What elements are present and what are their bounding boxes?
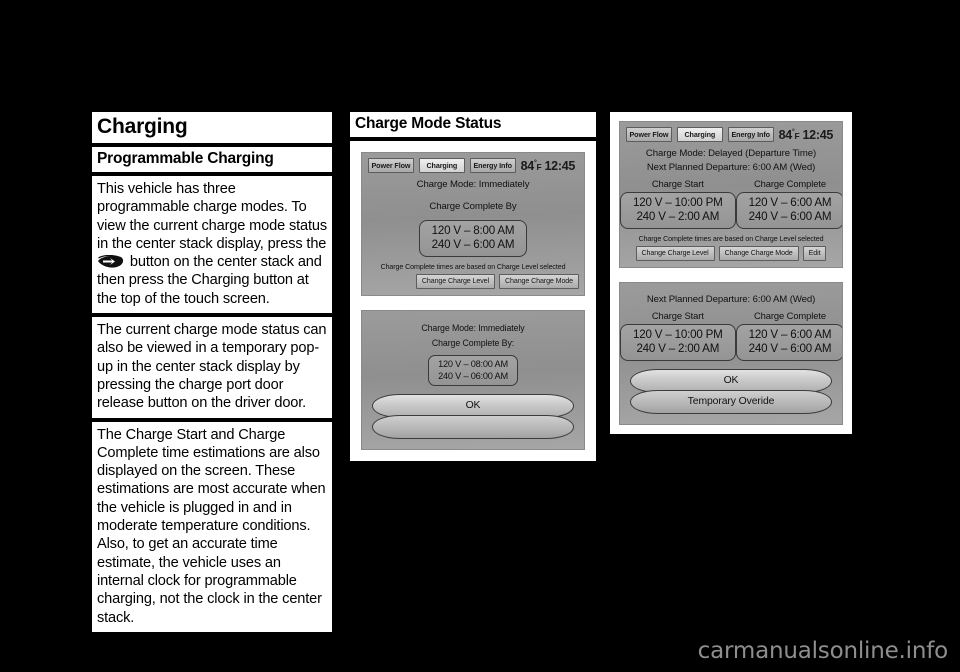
tab-charging[interactable]: Charging	[418, 158, 465, 173]
popup-charge-start-group: Charge Start 120 V – 10:00 PM 240 V – 2:…	[620, 310, 736, 361]
paragraph-3: The Charge Start and Charge Complete tim…	[92, 421, 332, 632]
value-240v: 240 V – 6:00 AM	[431, 238, 515, 251]
start-complete-columns: Charge Start 120 V – 10:00 PM 240 V – 2:…	[620, 178, 842, 229]
screen-button-row: Change Charge Level Change Charge Mode	[362, 271, 584, 295]
tab-energy-info[interactable]: Energy Info	[469, 158, 516, 173]
status-temp-clock: 84°F 12:45	[779, 128, 836, 142]
popup-complete-value-240v: 240 V – 6:00 AM	[748, 342, 832, 355]
screen-button-row: Change Charge Level Change Charge Mode E…	[620, 243, 842, 267]
charge-complete-note: Charge Complete times are based on Charg…	[380, 263, 566, 271]
popup-button-area: OK	[362, 386, 584, 449]
start-value-120v: 120 V – 10:00 PM	[633, 196, 723, 209]
manual-page: Charging Programmable Charging This vehi…	[0, 0, 960, 672]
secondary-pill-blank[interactable]	[372, 415, 574, 439]
popup-charge-start-label: Charge Start	[651, 310, 704, 321]
charge-mode-status-heading: Charge Mode Status	[350, 112, 596, 137]
delayed-charge-popup-screen: Next Planned Departure: 6:00 AM (Wed) Ch…	[619, 282, 843, 425]
change-charge-mode-button[interactable]: Change Charge Mode	[718, 246, 799, 261]
charge-complete-label: Charge Complete	[754, 178, 826, 189]
page-title: Charging	[92, 112, 332, 143]
tab-charging[interactable]: Charging	[676, 127, 723, 142]
popup-value-240v: 240 V – 06:00 AM	[438, 371, 508, 381]
popup-charge-complete-group: Charge Complete 120 V – 6:00 AM 240 V – …	[735, 310, 842, 361]
next-departure-line: Next Planned Departure: 6:00 AM (Wed)	[646, 162, 816, 173]
temperature-unit: F	[794, 130, 800, 141]
change-charge-level-button[interactable]: Change Charge Level	[635, 246, 715, 261]
complete-value-240v: 240 V – 6:00 AM	[748, 210, 832, 223]
temperature-value: 84	[520, 158, 535, 173]
popup-charge-start-valuebox: 120 V – 10:00 PM 240 V – 2:00 AM	[620, 324, 736, 361]
charge-mode-immediately-screen: Power Flow Charging Energy Info 84°F 12:…	[361, 152, 585, 296]
charge-complete-note: Charge Complete times are based on Charg…	[638, 235, 824, 243]
tab-power-flow[interactable]: Power Flow	[368, 158, 414, 173]
site-watermark: carmanualsonline.info	[697, 638, 949, 664]
charge-start-valuebox: 120 V – 10:00 PM 240 V – 2:00 AM	[620, 192, 736, 229]
temperature-unit: F	[536, 161, 542, 172]
complete-value-120v: 120 V – 6:00 AM	[748, 196, 832, 209]
right-screenshot-frame: Power Flow Charging Energy Info 84°F 12:…	[610, 112, 852, 434]
middle-column: Charge Mode Status Power Flow Charging E…	[350, 112, 596, 461]
charge-complete-group: Charge Complete 120 V – 6:00 AM 240 V – …	[735, 178, 842, 229]
temperature-value: 84	[778, 127, 793, 142]
popup-charge-mode-line: Charge Mode: Immediately	[421, 323, 525, 333]
charge-mode-line: Charge Mode: Immediately	[416, 179, 530, 190]
middle-screenshot-frame: Power Flow Charging Energy Info 84°F 12:…	[350, 141, 596, 461]
temporary-override-button[interactable]: Temporary Overide	[630, 390, 832, 414]
change-charge-mode-button[interactable]: Change Charge Mode	[498, 274, 579, 289]
left-text-column: Charging Programmable Charging This vehi…	[92, 112, 332, 636]
clock-value: 12:45	[802, 127, 834, 142]
popup-start-value-240v: 240 V – 2:00 AM	[636, 342, 720, 355]
screen-tab-bar: Power Flow Charging Energy Info 84°F 12:…	[620, 122, 842, 142]
popup-valuebox: 120 V – 08:00 AM 240 V – 06:00 AM	[428, 355, 518, 386]
tab-energy-info[interactable]: Energy Info	[727, 127, 774, 142]
popup-complete-by-label: Charge Complete By:	[431, 338, 515, 348]
status-temp-clock: 84°F 12:45	[521, 159, 578, 173]
charge-mode-line: Charge Mode: Delayed (Departure Time)	[645, 148, 817, 159]
popup-start-value-120v: 120 V – 10:00 PM	[633, 328, 723, 341]
right-column: Power Flow Charging Energy Info 84°F 12:…	[610, 112, 852, 434]
popup-complete-value-120v: 120 V – 6:00 AM	[748, 328, 832, 341]
charge-mode-delayed-screen: Power Flow Charging Energy Info 84°F 12:…	[619, 121, 843, 268]
value-120v: 120 V – 8:00 AM	[431, 224, 515, 237]
popup-button-area: OK Temporary Overide	[620, 361, 842, 424]
paragraph-1-text-b: button on the center stack and then pres…	[97, 254, 322, 307]
edit-button[interactable]: Edit	[802, 246, 827, 261]
charge-complete-valuebox: 120 V – 6:00 AM 240 V – 6:00 AM	[735, 192, 842, 229]
popup-start-complete-columns: Charge Start 120 V – 10:00 PM 240 V – 2:…	[620, 310, 842, 361]
popup-value-120v: 120 V – 08:00 AM	[438, 359, 508, 369]
tab-power-flow[interactable]: Power Flow	[626, 127, 672, 142]
change-charge-level-button[interactable]: Change Charge Level	[415, 274, 495, 289]
popup-values: 120 V – 08:00 AM 240 V – 06:00 AM	[362, 355, 584, 386]
charge-mode-popup-screen: Charge Mode: Immediately Charge Complete…	[361, 310, 585, 450]
start-value-240v: 240 V – 2:00 AM	[636, 210, 720, 223]
popup-charge-complete-label: Charge Complete	[754, 310, 826, 321]
charge-complete-valuebox: 120 V – 8:00 AM 240 V – 6:00 AM	[418, 220, 528, 257]
charge-complete-values: 120 V – 8:00 AM 240 V – 6:00 AM	[362, 220, 584, 257]
charge-complete-by-label: Charge Complete By	[429, 201, 517, 212]
popup-next-departure-line: Next Planned Departure: 6:00 AM (Wed)	[646, 294, 816, 305]
clock-value: 12:45	[544, 158, 576, 173]
section-heading: Programmable Charging	[92, 147, 332, 172]
popup-charge-complete-valuebox: 120 V – 6:00 AM 240 V – 6:00 AM	[735, 324, 842, 361]
paragraph-1: This vehicle has three programmable char…	[92, 176, 332, 314]
charge-start-group: Charge Start 120 V – 10:00 PM 240 V – 2:…	[620, 178, 736, 229]
screen-tab-bar: Power Flow Charging Energy Info 84°F 12:…	[362, 153, 584, 173]
energy-leaf-button-icon	[97, 255, 124, 268]
charge-start-label: Charge Start	[651, 178, 704, 189]
paragraph-2: The current charge mode status can also …	[92, 317, 332, 418]
paragraph-1-text-a: This vehicle has three programmable char…	[97, 181, 327, 252]
